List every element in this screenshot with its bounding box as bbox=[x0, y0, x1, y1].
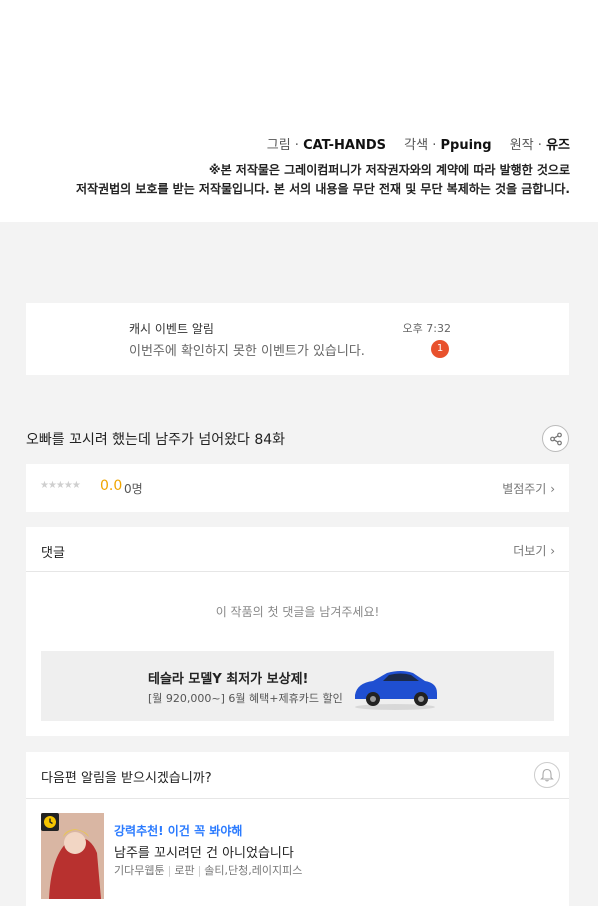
next-episode-section: 다음편 알림을 받으시겠습니까? 강력추천! 이건 꼭 봐야해 남주를 꼬시려던… bbox=[26, 752, 569, 906]
wait-free-clock-icon bbox=[41, 813, 59, 831]
orig-name: 유즈 bbox=[546, 138, 570, 153]
comments-more-button[interactable]: 더보기 › bbox=[513, 542, 555, 559]
recommendation-tag: 강력추천! 이건 꼭 봐야해 bbox=[114, 824, 243, 838]
recommendation-title[interactable]: 남주를 꼬시려던 건 아니었습니다 bbox=[114, 842, 294, 861]
comments-section: 댓글 더보기 › 이 작품의 첫 댓글을 남겨주세요! 테슬라 모델Y 최저가 … bbox=[26, 527, 569, 736]
notification-time: 오후 7:32 bbox=[402, 322, 451, 335]
credits: 그림 · CAT-HANDS 각색 · Ppuing 원작 · 유즈 bbox=[266, 138, 570, 153]
divider bbox=[26, 798, 569, 799]
adapt-role: 각색 bbox=[404, 138, 429, 153]
rating-score: 0.0 bbox=[100, 478, 123, 494]
next-episode-question: 다음편 알림을 받으시겠습니까? bbox=[41, 771, 212, 786]
share-icon bbox=[550, 432, 562, 446]
rate-button[interactable]: 별점주기 › bbox=[502, 480, 555, 497]
comments-title: 댓글 bbox=[41, 546, 65, 561]
notification-title: 캐시 이벤트 알림 bbox=[129, 322, 214, 336]
episode-footer: 그림 · CAT-HANDS 각색 · Ppuing 원작 · 유즈 ※본 저작… bbox=[0, 0, 598, 222]
comments-header: 댓글 더보기 › bbox=[26, 527, 569, 572]
episode-title: 오빠를 꼬시려 했는데 남주가 넘어왔다 84화 bbox=[26, 432, 286, 448]
bell-icon bbox=[540, 768, 554, 782]
chevron-right-icon: › bbox=[550, 544, 555, 558]
rating-count: 0명 bbox=[124, 482, 143, 496]
art-name: CAT-HANDS bbox=[303, 138, 386, 153]
art-role: 그림 bbox=[266, 138, 291, 153]
cash-event-notification[interactable]: 캐시 이벤트 알림 이번주에 확인하지 못한 이벤트가 있습니다. 오후 7:3… bbox=[26, 303, 569, 375]
rating-bar: ★★★★★ 0.0 0명 별점주기 › bbox=[26, 464, 569, 512]
share-button[interactable] bbox=[542, 425, 569, 452]
recommendation-thumbnail[interactable] bbox=[41, 813, 104, 899]
notify-button[interactable] bbox=[534, 762, 560, 788]
car-image bbox=[355, 671, 437, 710]
recommendation-meta: 기다무웹툰 | 로판 | 솔티,단청,레이지피스 bbox=[114, 864, 303, 877]
ad-title: 테슬라 모델Y 최저가 보상제! bbox=[148, 672, 309, 687]
orig-role: 원작 bbox=[509, 138, 534, 153]
ad-subtitle: [월 920,000~] 6월 혜택+제휴카드 할인 bbox=[148, 692, 343, 705]
chevron-right-icon: › bbox=[550, 482, 555, 496]
notification-badge: 1 bbox=[431, 340, 449, 358]
copyright-notice: ※본 저작물은 그레이컴퍼니가 저작권자와의 계약에 따라 발행한 것으로 저작… bbox=[76, 163, 570, 196]
star-rating-icon: ★★★★★ bbox=[40, 480, 81, 491]
notification-message: 이번주에 확인하지 못한 이벤트가 있습니다. bbox=[129, 344, 365, 359]
comments-empty-message: 이 작품의 첫 댓글을 남겨주세요! bbox=[215, 605, 380, 619]
adapt-name: Ppuing bbox=[440, 138, 492, 153]
ad-banner[interactable]: 테슬라 모델Y 최저가 보상제! [월 920,000~] 6월 혜택+제휴카드… bbox=[41, 651, 554, 721]
